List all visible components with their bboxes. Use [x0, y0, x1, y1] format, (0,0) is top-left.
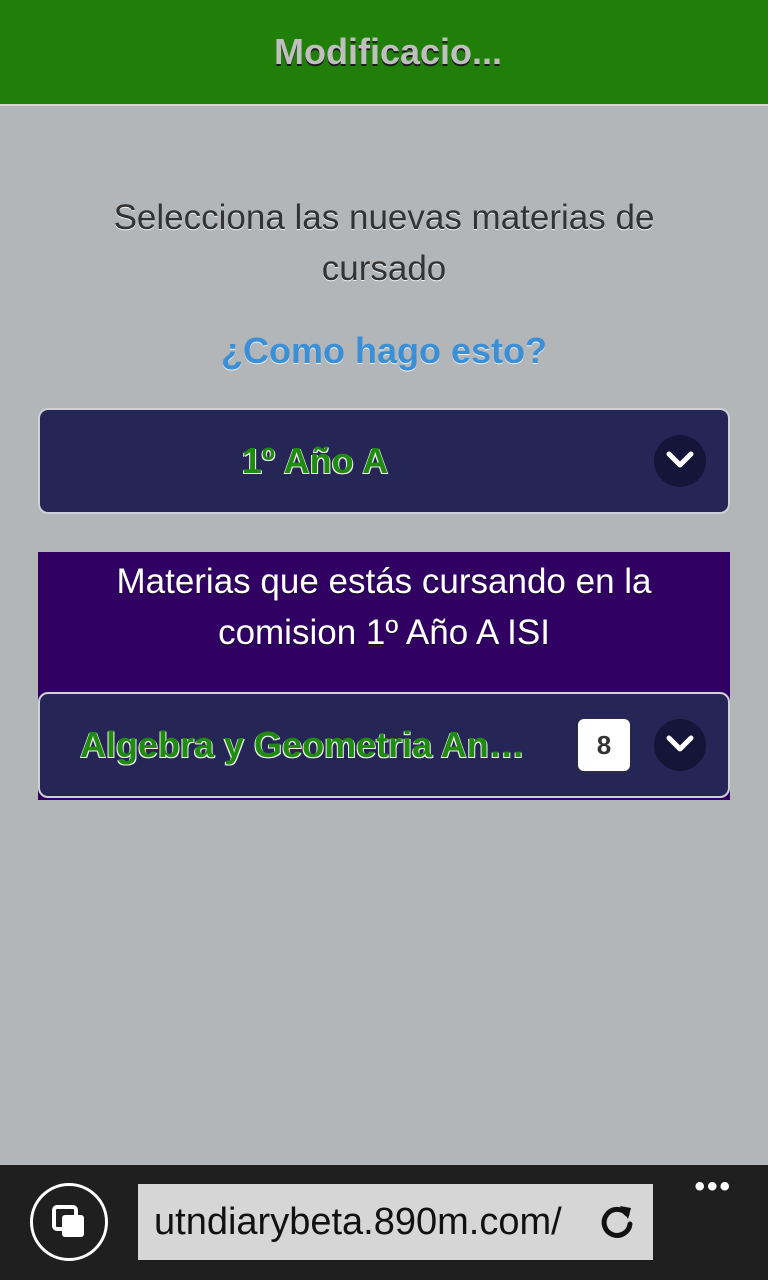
- chevron-down-icon: [654, 435, 706, 487]
- page-title: Modificacio...: [273, 31, 503, 72]
- commission-select[interactable]: 1º Año A: [38, 408, 730, 514]
- commission-select-value: 1º Año A: [241, 440, 389, 481]
- address-bar[interactable]: utndiarybeta.890m.com/: [138, 1184, 653, 1260]
- refresh-icon[interactable]: [597, 1202, 637, 1247]
- panel-title: Materias que estás cursando en la comisi…: [116, 562, 652, 652]
- tabs-button[interactable]: [30, 1183, 108, 1261]
- instruction-text: Selecciona las nuevas materias de cursad…: [113, 198, 655, 288]
- more-icon[interactable]: •••: [694, 1172, 732, 1202]
- subject-select[interactable]: Algebra y Geometria Analitica 8: [38, 692, 730, 798]
- url-text: utndiarybeta.890m.com/: [154, 1201, 562, 1243]
- chevron-down-icon: [654, 719, 706, 771]
- subject-select-value: Algebra y Geometria Analitica: [80, 724, 540, 765]
- subject-count-badge: 8: [578, 719, 630, 771]
- app-header: Modificacio...: [0, 0, 768, 106]
- browser-bar: utndiarybeta.890m.com/ •••: [0, 1165, 768, 1280]
- help-link[interactable]: ¿Como hago esto?: [0, 330, 768, 372]
